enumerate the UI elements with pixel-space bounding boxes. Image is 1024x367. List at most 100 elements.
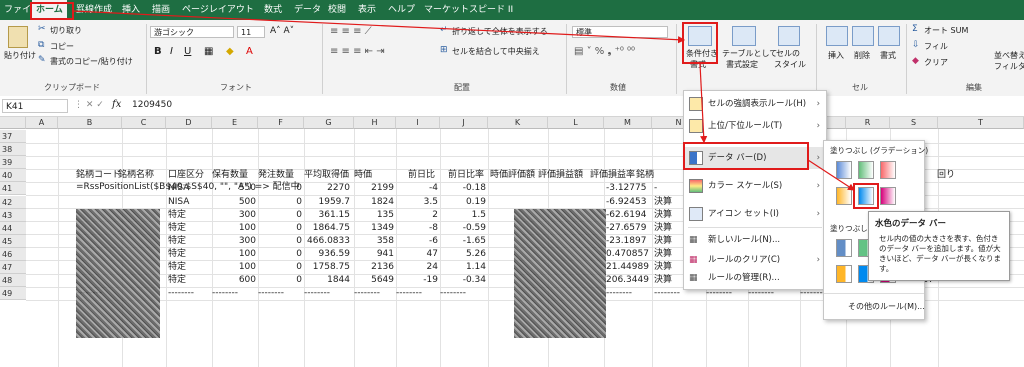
data-cell-hoyu[interactable]: 500 [212, 196, 256, 209]
data-cell-ritsu[interactable]: -0.18 [440, 182, 486, 195]
column-header[interactable]: I [396, 117, 440, 129]
merge-center-button[interactable]: セルを結合して中央揃え [452, 46, 540, 57]
data-cell-ritsu[interactable]: 0.19 [440, 196, 486, 209]
font-color-icon[interactable]: A [246, 46, 253, 57]
row-header[interactable]: 44 [0, 221, 26, 235]
column-header[interactable]: F [258, 117, 304, 129]
bold-icon[interactable]: B [154, 46, 162, 57]
data-cell-hoyu[interactable]: 100 [212, 261, 256, 274]
data-cell-kouza[interactable]: 特定 [168, 274, 212, 287]
menu-manage-rules[interactable]: ▦ ルールの管理(R)... [684, 267, 826, 289]
row-header[interactable]: 40 [0, 169, 26, 183]
more-rules-item[interactable]: その他のルール(M)... [848, 301, 925, 312]
insert-cells-icon[interactable] [826, 26, 848, 46]
data-cell-hatchu[interactable]: 0 [258, 235, 302, 248]
align-top-icon[interactable]: ≡ ≡ ≡ ⟋ [330, 26, 372, 37]
autosum-button[interactable]: オート SUM [924, 25, 968, 36]
data-cell-jika[interactable]: 1349 [354, 222, 394, 235]
column-header[interactable]: H [354, 117, 396, 129]
data-cell-jika[interactable]: 2199 [354, 182, 394, 195]
gradient-green-swatch[interactable] [858, 161, 874, 179]
solid-orange-swatch[interactable] [836, 265, 852, 283]
data-cell-hyoka[interactable]: 21.44989 [606, 261, 654, 274]
data-cell-kouza[interactable]: 特定 [168, 261, 212, 274]
percent-icon[interactable]: ▤ ˅ % ❟ ⁺⁰ ⁰⁰ [574, 46, 635, 57]
data-cell-hyoka[interactable]: 206.3449 [606, 274, 654, 287]
row-header[interactable]: 49 [0, 287, 26, 301]
data-cell-kouza[interactable]: 特定 [168, 248, 212, 261]
solid-blue-swatch[interactable] [836, 239, 852, 257]
data-cell-hatchu[interactable]: 0 [258, 248, 302, 261]
select-all-corner[interactable] [0, 117, 26, 129]
menu-formulas[interactable]: 数式 [264, 0, 282, 20]
column-header[interactable]: G [304, 117, 354, 129]
menu-insert[interactable]: 挿入 [122, 0, 140, 20]
data-cell-ritsu[interactable]: 5.26 [440, 248, 486, 261]
menu-icon-sets[interactable]: アイコン セット(I) › [684, 203, 826, 225]
data-cell-ritsu[interactable]: 1.5 [440, 209, 486, 222]
column-header[interactable]: J [440, 117, 488, 129]
data-cell-jika[interactable]: 941 [354, 248, 394, 261]
column-header[interactable]: C [122, 117, 166, 129]
data-cell-hyoka[interactable]: -3.12775 [606, 182, 654, 195]
formula-input[interactable]: 1209450 [132, 100, 172, 110]
data-cell-jika[interactable]: 5649 [354, 274, 394, 287]
data-cell-kouza[interactable]: 特定 [168, 222, 212, 235]
format-painter-button[interactable]: 書式のコピー/貼り付け [50, 56, 133, 67]
cell-styles-label2[interactable]: スタイル [774, 59, 806, 70]
row-header[interactable]: 43 [0, 208, 26, 222]
menu-draw[interactable]: 描画 [152, 0, 170, 20]
name-box[interactable]: K41 [2, 99, 68, 113]
delete-cells-icon[interactable] [852, 26, 874, 46]
format-as-table-icon[interactable] [732, 26, 756, 46]
column-header[interactable]: D [166, 117, 212, 129]
filter-button[interactable]: フィルター [994, 61, 1024, 72]
data-cell-hyoka[interactable]: -23.1897 [606, 235, 654, 248]
menu-highlight-rules[interactable]: セルの強調表示ルール(H) › [684, 93, 826, 115]
gradient-red-swatch[interactable] [880, 161, 896, 179]
row-header[interactable]: 39 [0, 156, 26, 170]
format-cells-icon[interactable] [878, 26, 900, 46]
row-header[interactable]: 41 [0, 182, 26, 196]
data-cell-heikin[interactable]: 1844 [304, 274, 350, 287]
data-cell-zenjitsu[interactable]: -4 [396, 182, 438, 195]
data-cell-hyoka[interactable]: -27.6579 [606, 222, 654, 235]
data-cell-zenjitsu[interactable]: 47 [396, 248, 438, 261]
underline-icon[interactable]: U [184, 46, 191, 57]
gradient-blue-swatch[interactable] [836, 161, 852, 179]
font-grow-icon[interactable]: A˄ A˅ [270, 26, 294, 36]
data-cell-heikin[interactable]: 1758.75 [304, 261, 350, 274]
column-header[interactable]: R [846, 117, 890, 129]
column-header[interactable]: L [548, 117, 604, 129]
menu-view[interactable]: 表示 [358, 0, 376, 20]
font-name-select[interactable]: 游ゴシック [150, 26, 234, 38]
data-cell-zenjitsu[interactable]: 24 [396, 261, 438, 274]
gradient-purple-swatch[interactable] [880, 187, 896, 205]
data-cell-hatchu[interactable]: 0 [258, 209, 302, 222]
column-header[interactable]: S [890, 117, 938, 129]
format-cells-button[interactable]: 書式 [880, 50, 896, 61]
border-icon[interactable]: ▦ [204, 46, 213, 57]
font-size-select[interactable]: 11 [237, 26, 265, 38]
menu-review[interactable]: 校閲 [328, 0, 346, 20]
data-cell-hatchu[interactable]: 0 [258, 222, 302, 235]
data-cell-hatchu[interactable]: 0 [258, 182, 302, 195]
data-cell-hatchu[interactable]: 0 [258, 274, 302, 287]
data-cell-heikin[interactable]: 2270 [304, 182, 350, 195]
row-header[interactable]: 46 [0, 247, 26, 261]
data-cell-zenjitsu[interactable]: -6 [396, 235, 438, 248]
fill-color-icon[interactable]: ◆ [226, 46, 234, 57]
data-cell-hyoka[interactable]: 0.470857 [606, 248, 654, 261]
data-cell-jika[interactable]: 2136 [354, 261, 394, 274]
data-cell-jika[interactable]: 1824 [354, 196, 394, 209]
paste-icon[interactable] [8, 26, 28, 48]
menu-top-bottom-rules[interactable]: 上位/下位ルール(T) › [684, 115, 826, 137]
italic-icon[interactable]: I [170, 46, 173, 57]
format-as-table-label1[interactable]: テーブルとして [722, 48, 777, 59]
data-cell-zenjitsu[interactable]: -8 [396, 222, 438, 235]
cancel-icon[interactable]: ⋮ ✕ ✓ [74, 100, 104, 110]
data-cell-hoyu[interactable]: 600 [212, 274, 256, 287]
cell-styles-label1[interactable]: セルの [776, 48, 800, 59]
paste-button[interactable]: 貼り付け [4, 50, 36, 61]
insert-cells-button[interactable]: 挿入 [828, 50, 844, 61]
